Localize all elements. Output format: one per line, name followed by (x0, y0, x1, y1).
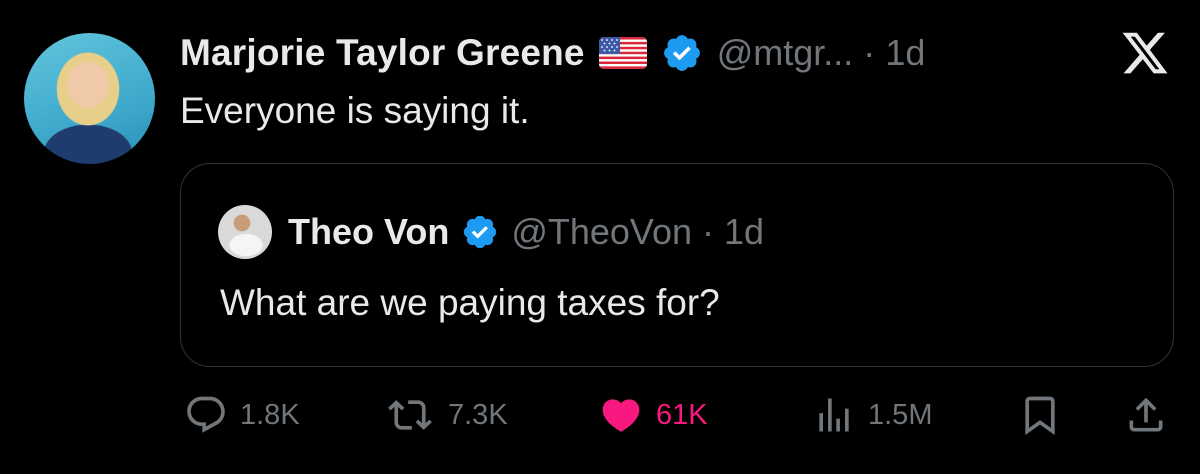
quoted-author-name[interactable]: Theo Von (288, 211, 449, 253)
author-avatar[interactable] (24, 33, 155, 164)
tweet-header: Marjorie Taylor Greene @mtgr... · 1d (180, 28, 925, 78)
quoted-tweet-header: Theo Von @TheoVon · 1d (288, 207, 764, 257)
reply-count: 1.8K (240, 398, 300, 431)
x-logo-icon (1122, 32, 1168, 74)
reply-icon (187, 396, 225, 433)
tweet-text: Everyone is saying it. (180, 90, 530, 131)
reply-button[interactable]: 1.8K (184, 390, 300, 440)
repost-count: 7.3K (448, 398, 508, 431)
bookmark-icon[interactable] (1018, 393, 1062, 437)
share-icon[interactable] (1124, 393, 1168, 437)
verified-badge-icon (663, 35, 700, 71)
us-flag-icon (598, 37, 647, 69)
quoted-author-avatar[interactable] (218, 205, 272, 259)
repost-icon (388, 400, 432, 430)
views-chart-icon (819, 398, 849, 432)
like-button[interactable]: 61K (598, 390, 708, 440)
like-count: 61K (656, 398, 708, 431)
repost-button[interactable]: 7.3K (384, 390, 508, 440)
quoted-tweet-text: What are we paying taxes for? (220, 282, 720, 323)
heart-icon (602, 399, 640, 432)
views-count: 1.5M (868, 398, 933, 431)
quoted-author-handle[interactable]: @TheoVon · 1d (511, 211, 764, 253)
views-button[interactable]: 1.5M (812, 390, 932, 440)
quoted-tweet[interactable] (180, 163, 1174, 367)
author-handle[interactable]: @mtgr... · 1d (717, 32, 926, 74)
verified-badge-icon (464, 215, 497, 249)
author-name[interactable]: Marjorie Taylor Greene (180, 32, 585, 74)
